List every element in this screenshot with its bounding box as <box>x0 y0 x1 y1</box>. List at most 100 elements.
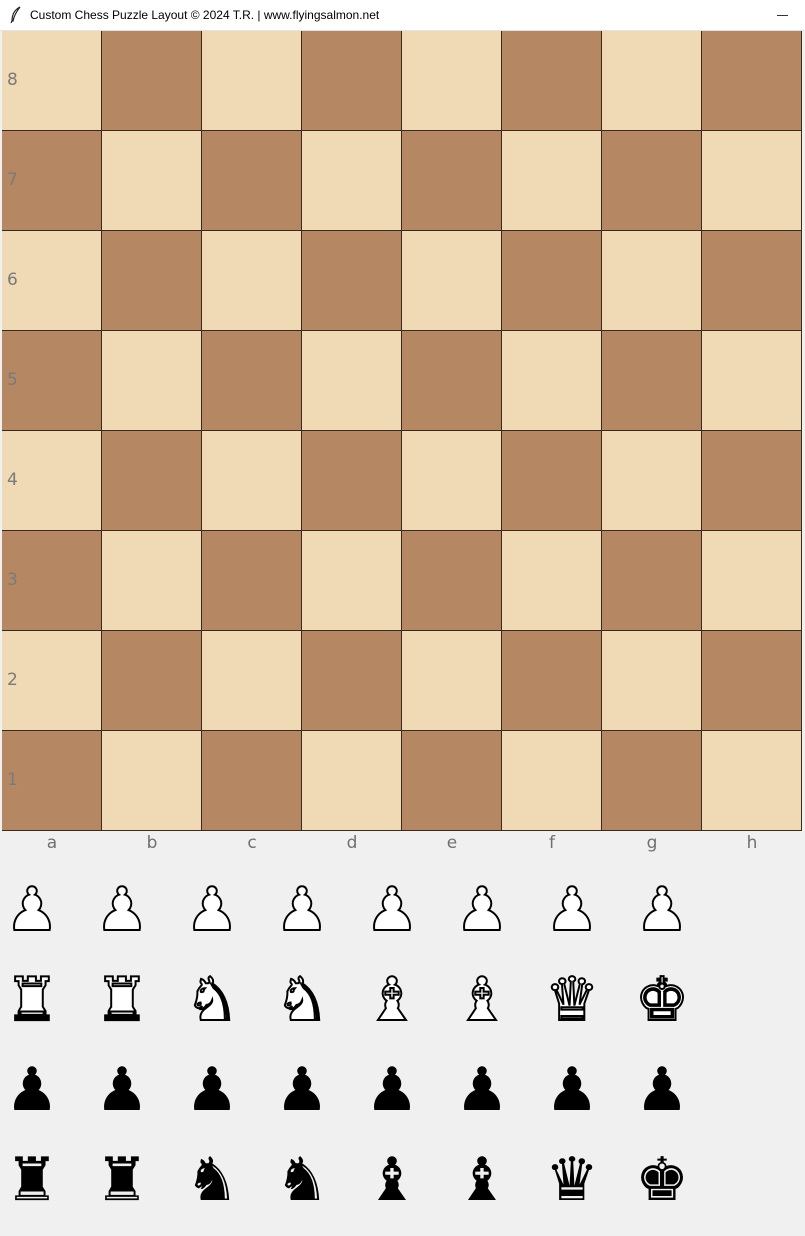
square-a8[interactable]: 8 <box>2 31 102 131</box>
white-bishop-piece-icon[interactable]: ♝ <box>360 960 424 1040</box>
black-pawn-piece-icon[interactable]: ♟ <box>90 1050 154 1130</box>
square-g3[interactable] <box>602 531 702 631</box>
black-queen-piece-icon[interactable]: ♛ <box>540 1140 604 1220</box>
square-d6[interactable] <box>302 231 402 331</box>
square-a3[interactable]: 3 <box>2 531 102 631</box>
white-queen-piece-icon[interactable]: ♛ <box>540 960 604 1040</box>
square-g7[interactable] <box>602 131 702 231</box>
square-d4[interactable] <box>302 431 402 531</box>
black-bishop-piece-icon[interactable]: ♝ <box>450 1140 514 1220</box>
square-a6[interactable]: 6 <box>2 231 102 331</box>
square-a5[interactable]: 5 <box>2 331 102 431</box>
square-b6[interactable] <box>102 231 202 331</box>
square-f3[interactable] <box>502 531 602 631</box>
black-knight-piece-icon[interactable]: ♞ <box>180 1140 244 1220</box>
square-c2[interactable] <box>202 631 302 731</box>
square-d3[interactable] <box>302 531 402 631</box>
square-d2[interactable] <box>302 631 402 731</box>
black-pawn-piece-icon[interactable]: ♟ <box>450 1050 514 1130</box>
square-e3[interactable] <box>402 531 502 631</box>
square-a4[interactable]: 4 <box>2 431 102 531</box>
white-bishop-piece-icon[interactable]: ♝ <box>450 960 514 1040</box>
square-g4[interactable] <box>602 431 702 531</box>
square-h8[interactable] <box>702 31 802 131</box>
square-c3[interactable] <box>202 531 302 631</box>
square-b8[interactable] <box>102 31 202 131</box>
square-b1[interactable] <box>102 731 202 831</box>
white-pawn-piece-icon[interactable]: ♟ <box>540 870 604 950</box>
square-c4[interactable] <box>202 431 302 531</box>
black-pawn-piece-icon[interactable]: ♟ <box>270 1050 334 1130</box>
square-e6[interactable] <box>402 231 502 331</box>
square-h1[interactable] <box>702 731 802 831</box>
square-f7[interactable] <box>502 131 602 231</box>
square-g5[interactable] <box>602 331 702 431</box>
square-c5[interactable] <box>202 331 302 431</box>
black-pawn-piece-icon[interactable]: ♟ <box>0 1050 64 1130</box>
rank-label: 3 <box>7 570 18 590</box>
square-d8[interactable] <box>302 31 402 131</box>
square-f6[interactable] <box>502 231 602 331</box>
square-a2[interactable]: 2 <box>2 631 102 731</box>
square-f1[interactable] <box>502 731 602 831</box>
square-c8[interactable] <box>202 31 302 131</box>
square-f2[interactable] <box>502 631 602 731</box>
square-b7[interactable] <box>102 131 202 231</box>
white-pawn-piece-icon[interactable]: ♟ <box>450 870 514 950</box>
square-b5[interactable] <box>102 331 202 431</box>
minimize-button[interactable] <box>759 0 805 31</box>
white-pawn-piece-icon[interactable]: ♟ <box>0 870 64 950</box>
square-e1[interactable] <box>402 731 502 831</box>
square-h6[interactable] <box>702 231 802 331</box>
black-pawn-piece-icon[interactable]: ♟ <box>540 1050 604 1130</box>
square-b4[interactable] <box>102 431 202 531</box>
square-a1[interactable]: 1 <box>2 731 102 831</box>
square-g2[interactable] <box>602 631 702 731</box>
black-knight-piece-icon[interactable]: ♞ <box>270 1140 334 1220</box>
white-pawn-piece-icon[interactable]: ♟ <box>360 870 424 950</box>
black-pawn-piece-icon[interactable]: ♟ <box>180 1050 244 1130</box>
square-c7[interactable] <box>202 131 302 231</box>
square-f5[interactable] <box>502 331 602 431</box>
title-bar: Custom Chess Puzzle Layout © 2024 T.R. |… <box>0 0 805 31</box>
square-c1[interactable] <box>202 731 302 831</box>
square-b3[interactable] <box>102 531 202 631</box>
black-rook-piece-icon[interactable]: ♜ <box>90 1140 154 1220</box>
black-king-piece-icon[interactable]: ♚ <box>630 1140 694 1220</box>
square-h3[interactable] <box>702 531 802 631</box>
square-d5[interactable] <box>302 331 402 431</box>
black-pawn-piece-icon[interactable]: ♟ <box>630 1050 694 1130</box>
square-h7[interactable] <box>702 131 802 231</box>
white-pawn-piece-icon[interactable]: ♟ <box>270 870 334 950</box>
square-f8[interactable] <box>502 31 602 131</box>
white-knight-piece-icon[interactable]: ♞ <box>270 960 334 1040</box>
square-h5[interactable] <box>702 331 802 431</box>
black-rook-piece-icon[interactable]: ♜ <box>0 1140 64 1220</box>
square-g8[interactable] <box>602 31 702 131</box>
white-rook-piece-icon[interactable]: ♜ <box>0 960 64 1040</box>
white-pawn-piece-icon[interactable]: ♟ <box>90 870 154 950</box>
white-pawn-piece-icon[interactable]: ♟ <box>630 870 694 950</box>
white-king-piece-icon[interactable]: ♚ <box>630 960 694 1040</box>
square-d7[interactable] <box>302 131 402 231</box>
square-h2[interactable] <box>702 631 802 731</box>
square-g1[interactable] <box>602 731 702 831</box>
black-bishop-piece-icon[interactable]: ♝ <box>360 1140 424 1220</box>
square-e5[interactable] <box>402 331 502 431</box>
square-h4[interactable] <box>702 431 802 531</box>
square-e8[interactable] <box>402 31 502 131</box>
square-a7[interactable]: 7 <box>2 131 102 231</box>
white-rook-piece-icon[interactable]: ♜ <box>90 960 154 1040</box>
square-e7[interactable] <box>402 131 502 231</box>
white-knight-piece-icon[interactable]: ♞ <box>180 960 244 1040</box>
chess-board[interactable]: 8 7 6 5 4 3 2 1 <box>2 31 802 831</box>
square-d1[interactable] <box>302 731 402 831</box>
square-e4[interactable] <box>402 431 502 531</box>
square-g6[interactable] <box>602 231 702 331</box>
square-b2[interactable] <box>102 631 202 731</box>
white-pawn-piece-icon[interactable]: ♟ <box>180 870 244 950</box>
square-f4[interactable] <box>502 431 602 531</box>
square-e2[interactable] <box>402 631 502 731</box>
square-c6[interactable] <box>202 231 302 331</box>
black-pawn-piece-icon[interactable]: ♟ <box>360 1050 424 1130</box>
